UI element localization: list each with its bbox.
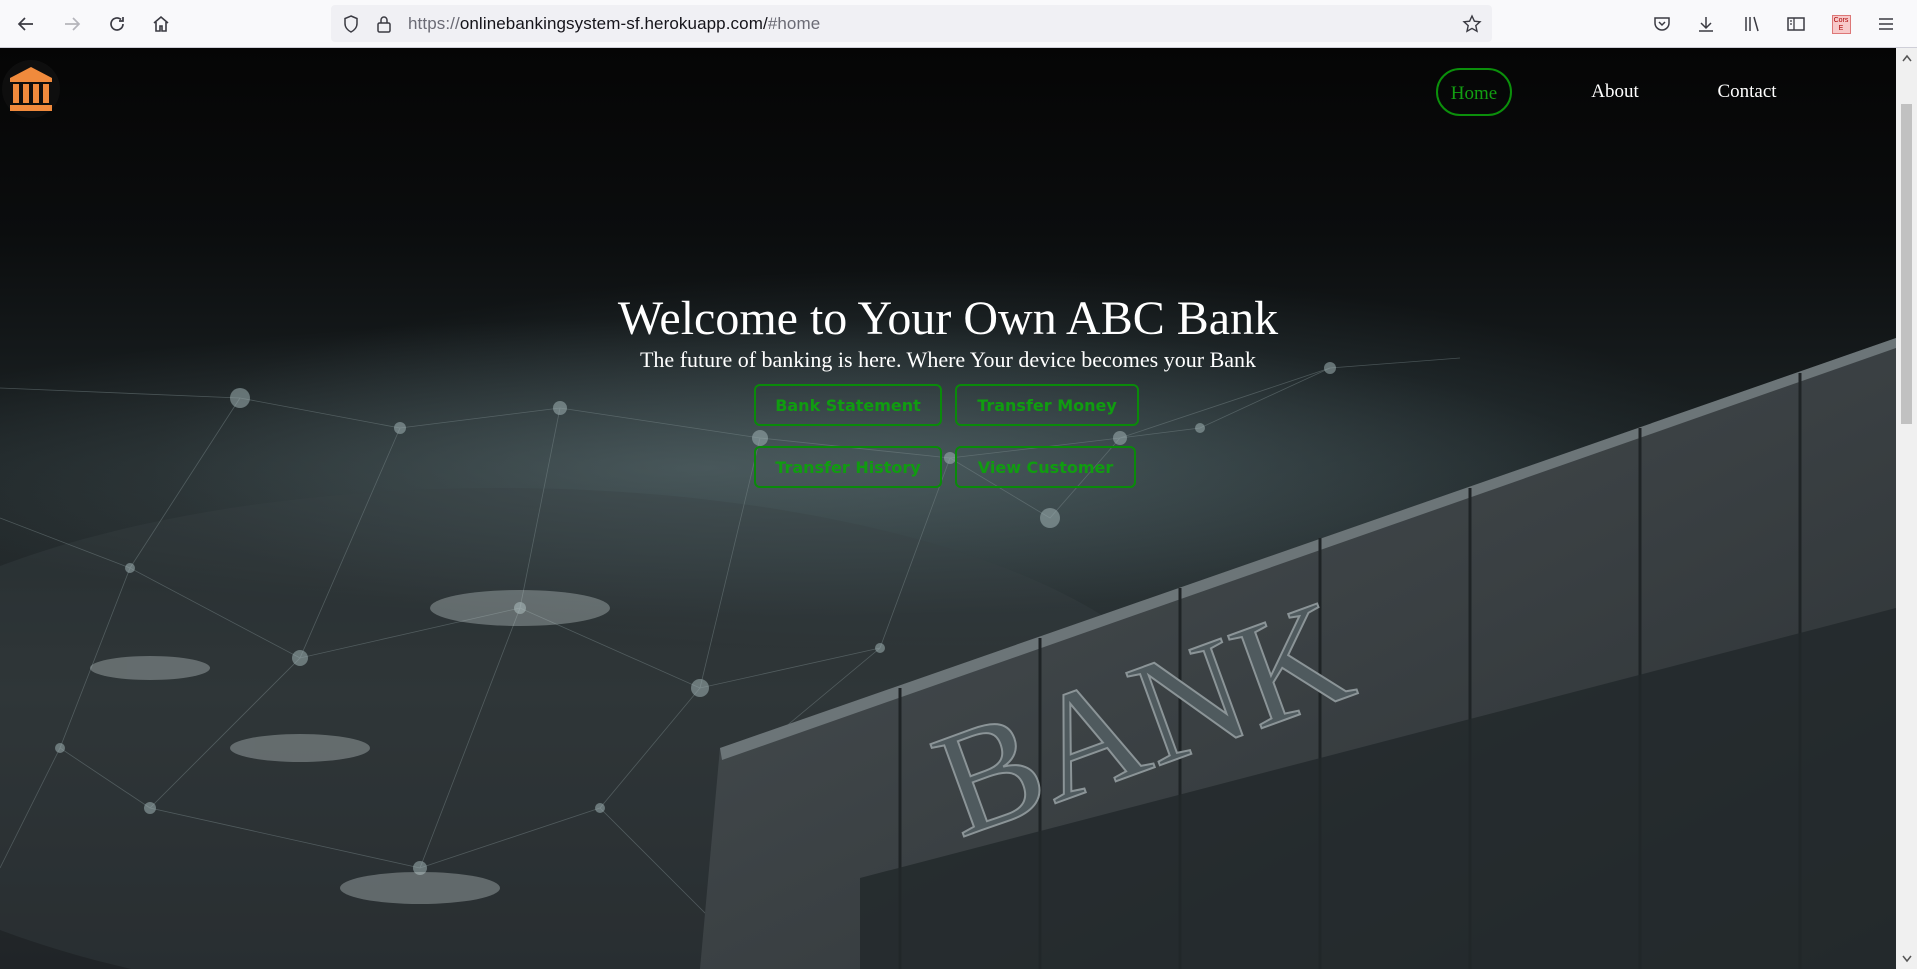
back-button[interactable]: [12, 10, 40, 38]
hero-subtitle: The future of banking is here. Where You…: [639, 347, 1257, 372]
sidebar-icon: [1787, 17, 1805, 31]
transfer-money-button[interactable]: Transfer Money: [955, 384, 1139, 426]
url-scheme: https://: [408, 14, 460, 33]
url-text: https://onlinebankingsystem-sf.herokuapp…: [408, 14, 820, 34]
back-arrow-icon: [17, 17, 33, 31]
pocket-button[interactable]: [1650, 12, 1674, 36]
download-icon: [1699, 17, 1713, 32]
home-icon: [153, 15, 169, 32]
reload-button[interactable]: [103, 10, 131, 38]
hero-title: Welcome to Your Own ABC Bank: [617, 292, 1279, 345]
url-host: onlinebankingsystem-sf.herokuapp.com/: [459, 14, 768, 33]
chevron-down-icon: [1901, 955, 1912, 963]
sidebar-button[interactable]: [1784, 12, 1808, 36]
page-scrollbar[interactable]: [1896, 48, 1917, 969]
pocket-icon: [1654, 17, 1670, 31]
star-icon[interactable]: [1462, 14, 1482, 34]
forward-arrow-icon: [65, 17, 81, 31]
view-customer-button[interactable]: View Customer: [955, 446, 1136, 488]
downloads-button[interactable]: [1694, 12, 1718, 36]
nav-contact[interactable]: Contact: [1712, 68, 1782, 116]
forward-button[interactable]: [58, 10, 86, 38]
lock-icon[interactable]: [374, 14, 394, 34]
library-button[interactable]: [1740, 12, 1764, 36]
background-image: BANK: [0, 318, 1896, 969]
bank-statement-button[interactable]: Bank Statement: [754, 384, 942, 426]
transfer-history-button[interactable]: Transfer History: [754, 446, 942, 488]
home-button[interactable]: [147, 10, 175, 38]
nav-about[interactable]: About: [1587, 68, 1643, 116]
scroll-up-arrow[interactable]: [1896, 48, 1917, 68]
browser-toolbar: https://onlinebankingsystem-sf.herokuapp…: [0, 0, 1917, 48]
menu-icon: [1879, 18, 1893, 30]
shield-icon[interactable]: [341, 14, 361, 34]
reload-icon: [110, 17, 124, 31]
cors-extension-button[interactable]: Cors E: [1829, 12, 1853, 36]
extension-badge: Cors E: [1831, 14, 1851, 34]
library-icon: [1745, 16, 1759, 32]
nav-home[interactable]: Home: [1436, 68, 1512, 116]
scroll-down-arrow[interactable]: [1896, 949, 1917, 969]
page-viewport: BANK Home About Contact Welcome to Your …: [0, 48, 1896, 969]
top-nav: Home About Contact: [0, 68, 1896, 118]
chevron-up-icon: [1901, 54, 1912, 62]
scroll-thumb[interactable]: [1901, 104, 1912, 424]
app-menu-button[interactable]: [1874, 12, 1898, 36]
url-hash: #home: [767, 14, 821, 33]
address-bar[interactable]: https://onlinebankingsystem-sf.herokuapp…: [331, 5, 1492, 42]
